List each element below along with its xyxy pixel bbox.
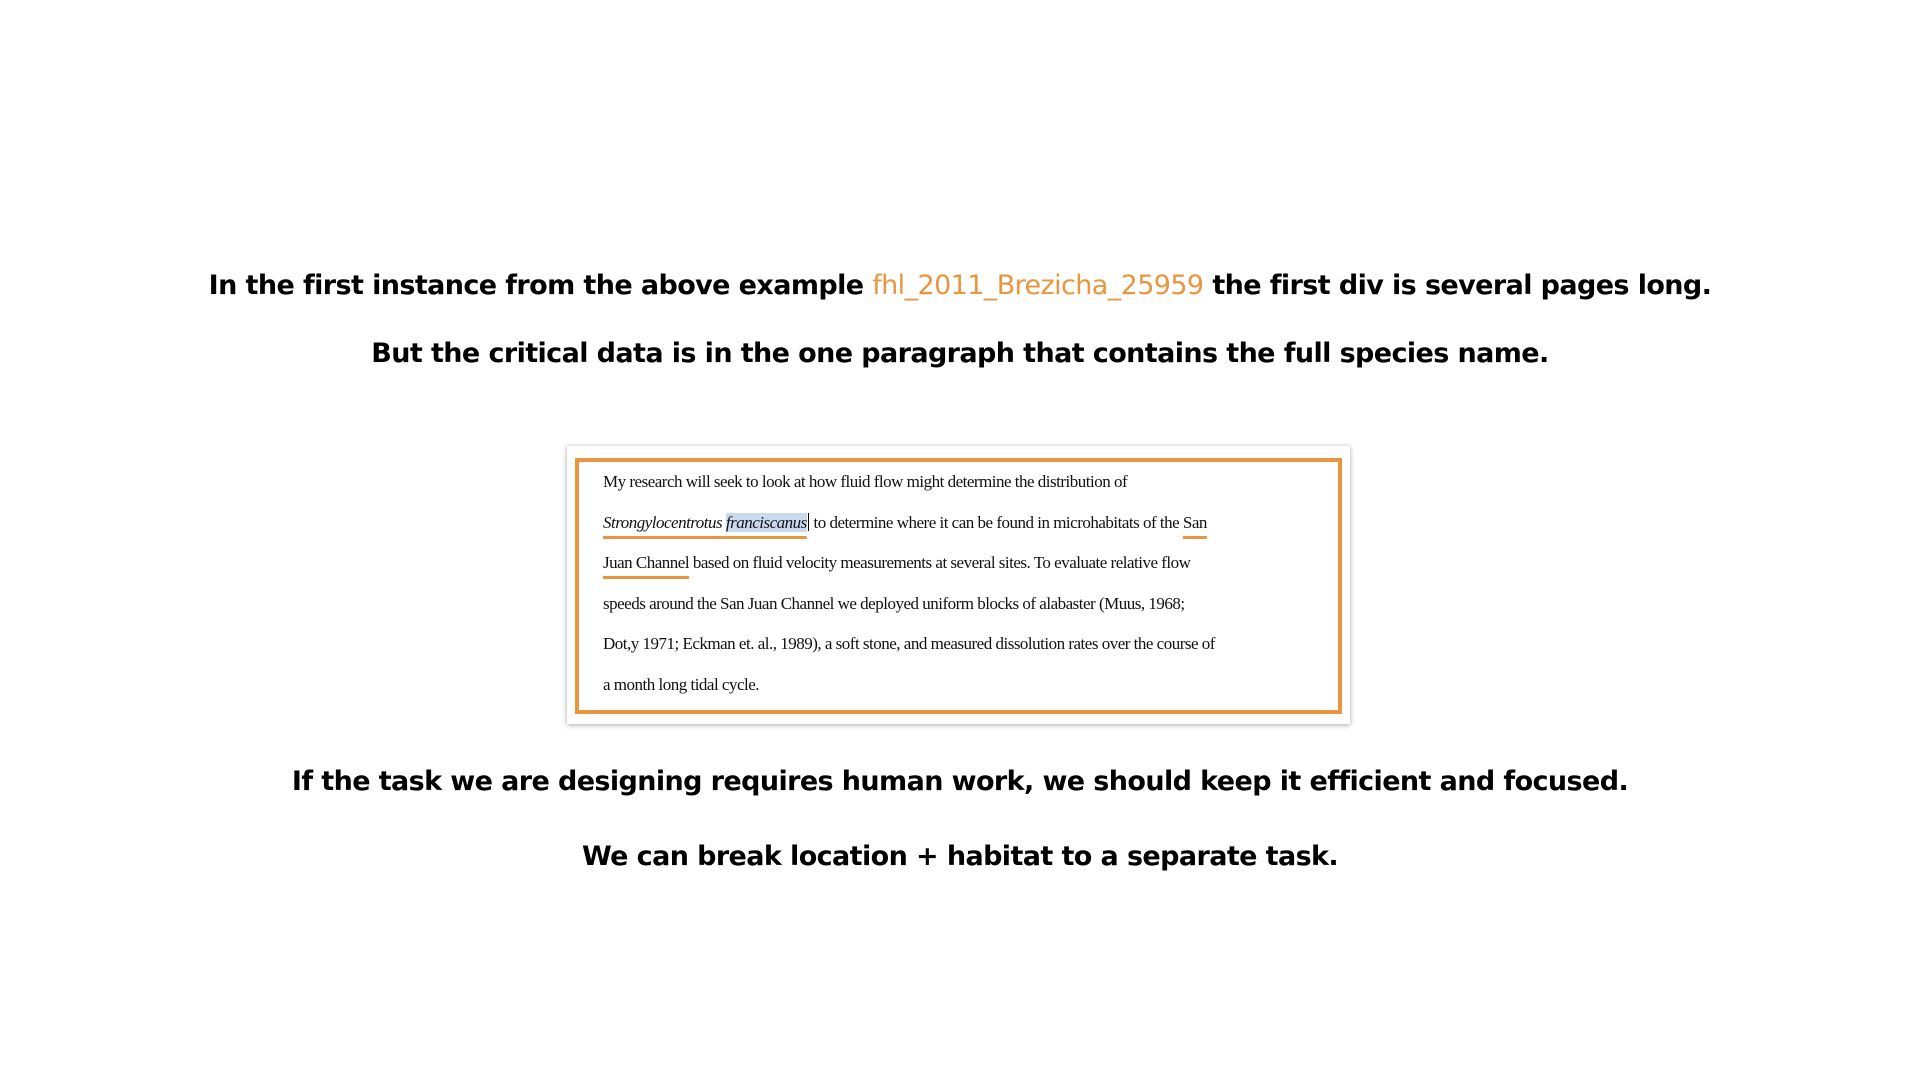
intro-line: In the first instance from the above exa… bbox=[0, 268, 1920, 304]
paragraph-line: Juan Channel based on fluid velocity mea… bbox=[603, 543, 1303, 584]
paragraph-text: based on fluid velocity measurements at … bbox=[689, 553, 1191, 572]
document-paragraph[interactable]: My research will seek to look at how flu… bbox=[603, 462, 1303, 705]
critical-data-line: But the critical data is in the one para… bbox=[371, 338, 1549, 369]
paragraph-line: a month long tidal cycle. bbox=[603, 674, 760, 694]
example-id: fhl_2011_Brezicha_25959 bbox=[872, 270, 1204, 301]
text-cursor bbox=[807, 512, 809, 531]
paragraph-line: Dot,y 1971; Eckman et. al., 1989), a sof… bbox=[603, 634, 1215, 653]
intro-text-start: In the first instance from the above exa… bbox=[208, 270, 873, 301]
species-epithet-selected: franciscanus bbox=[725, 512, 807, 532]
species-genus: Strongylocentrotus bbox=[603, 512, 723, 532]
paragraph-line: Strongylocentrotus franciscanus to deter… bbox=[603, 503, 1303, 544]
location-name-end: Juan Channel bbox=[603, 553, 690, 572]
paragraph-line: speeds around the San Juan Channel we de… bbox=[603, 593, 1185, 613]
separate-task-line: We can break location + habitat to a sep… bbox=[581, 841, 1339, 872]
species-name: Strongylocentrotus franciscanus bbox=[603, 512, 807, 532]
paragraph-text: to determine where it can be found in mi… bbox=[809, 512, 1183, 532]
efficiency-line: If the task we are designing requires hu… bbox=[291, 766, 1629, 797]
location-name-start: San bbox=[1182, 512, 1208, 532]
document-excerpt: My research will seek to look at how flu… bbox=[567, 446, 1350, 724]
paragraph-line: My research will seek to look at how flu… bbox=[603, 472, 1128, 491]
intro-text-end: the first div is several pages long. bbox=[1203, 270, 1712, 301]
